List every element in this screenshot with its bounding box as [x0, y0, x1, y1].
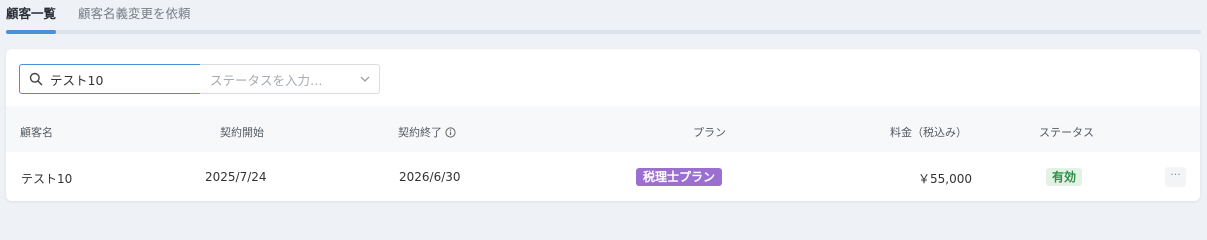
column-header-contract-start[interactable]: 契約開始 — [220, 124, 264, 140]
table-row[interactable]: テスト10 2025/7/24 2026/6/30 税理士プラン ￥55,000… — [6, 152, 1200, 201]
tab-name-change-request[interactable]: 顧客名義変更を依頼 — [78, 6, 191, 22]
tab-track — [6, 30, 1201, 34]
plan-badge: 税理士プラン — [636, 168, 723, 186]
column-header-contract-end-label: 契約終了 — [398, 126, 442, 139]
tab-bar: 顧客一覧 顧客名義変更を依頼 — [0, 0, 1207, 34]
customer-list-card: ステータスを入力… 顧客名 契約開始 契約終了 プラン 料金（税込み） ステータ… — [6, 49, 1200, 201]
status-badge: 有効 — [1046, 168, 1083, 186]
status-filter-select[interactable]: ステータスを入力… — [200, 64, 380, 94]
active-tab-indicator — [6, 30, 56, 34]
column-header-contract-end[interactable]: 契約終了 — [398, 124, 456, 140]
column-header-customer-name[interactable]: 顧客名 — [20, 124, 53, 140]
cell-customer-name: テスト10 — [21, 172, 73, 186]
row-actions-button[interactable]: ··· — [1165, 167, 1186, 187]
cell-fee: ￥55,000 — [918, 172, 972, 186]
cell-contract-start: 2025/7/24 — [205, 170, 267, 184]
column-header-fee[interactable]: 料金（税込み） — [890, 124, 967, 140]
column-header-status[interactable]: ステータス — [1039, 124, 1094, 140]
chevron-down-icon — [360, 76, 370, 82]
search-icon — [29, 72, 43, 86]
column-header-plan[interactable]: プラン — [693, 124, 726, 140]
search-field[interactable] — [19, 64, 201, 94]
search-input[interactable] — [50, 69, 190, 89]
cell-contract-end: 2026/6/30 — [399, 170, 461, 184]
table-header: 顧客名 契約開始 契約終了 プラン 料金（税込み） ステータス — [6, 106, 1200, 152]
info-icon[interactable] — [445, 127, 456, 138]
status-filter-placeholder: ステータスを入力… — [210, 72, 323, 88]
tab-customer-list[interactable]: 顧客一覧 — [6, 6, 56, 22]
